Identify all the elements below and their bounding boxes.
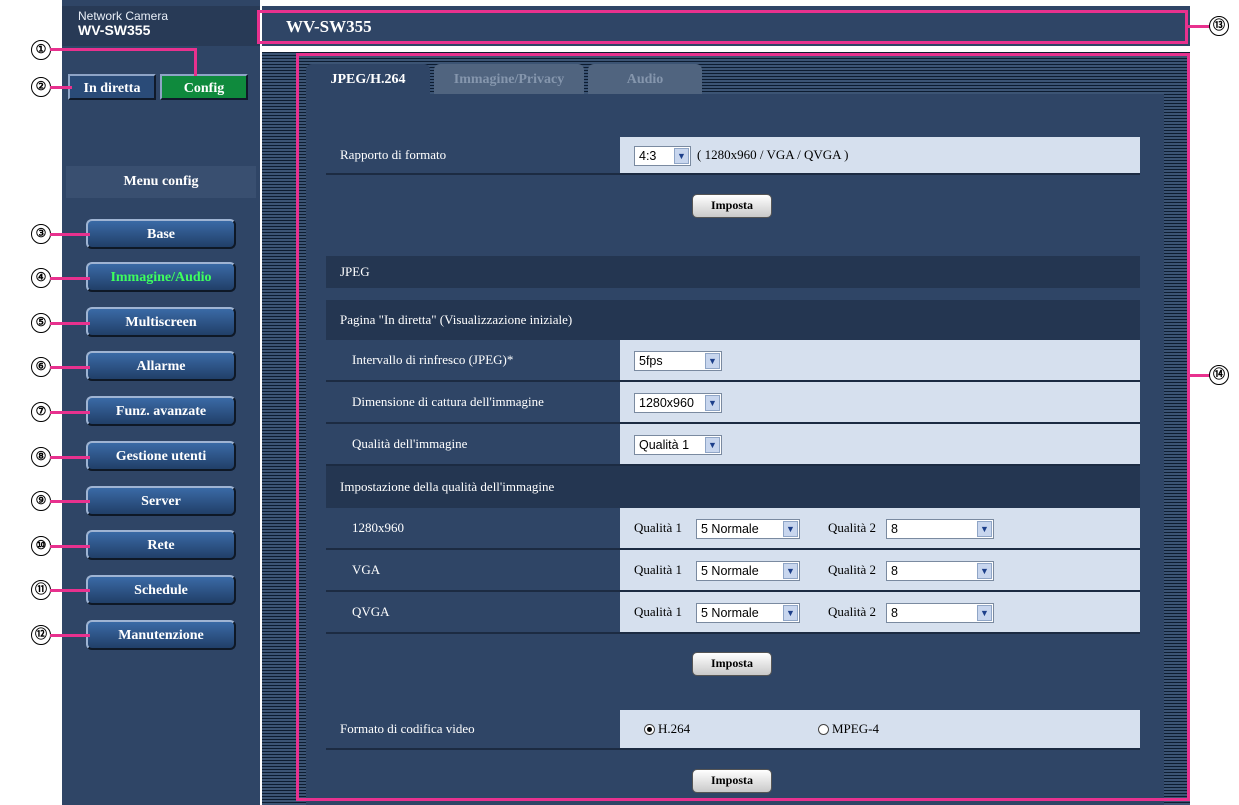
brand-block: Network Camera WV-SW355 [62,6,260,46]
callout-7: ⑦ [31,402,51,422]
callout-3: ③ [31,224,51,244]
callout-2: ② [31,77,51,97]
menu-item-advanced[interactable]: Funz. avanzate [86,396,236,426]
callout-5: ⑤ [31,313,51,333]
menu-item-network[interactable]: Rete [86,530,236,560]
callout-leader [50,322,90,325]
callout-leader [1188,374,1210,377]
callout-leader [50,366,90,369]
callout-leader [194,48,197,76]
callout-11: ⑪ [31,580,51,600]
callout-leader [50,277,90,280]
menu-item-schedule[interactable]: Schedule [86,575,236,605]
callout-12: ⑫ [31,625,51,645]
brand-product: Network Camera [78,9,169,23]
callout-4: ④ [31,268,51,288]
callout-leader [50,411,90,414]
callout-1: ① [31,40,51,60]
callout-leader [50,86,72,89]
menu-item-image-audio[interactable]: Immagine/Audio [86,262,236,292]
menu-title: Menu config [66,166,256,198]
callout-leader [50,456,90,459]
callout-9: ⑨ [31,491,51,511]
menu-item-maintenance[interactable]: Manutenzione [86,620,236,650]
callout-leader [50,545,90,548]
content-highlight-frame [296,53,1190,801]
callout-14: ⑭ [1209,365,1229,385]
callout-8: ⑧ [31,447,51,467]
menu-item-user-management[interactable]: Gestione utenti [86,441,236,471]
callout-10: ⑩ [31,536,51,556]
menu-item-base[interactable]: Base [86,219,236,249]
callout-leader [50,634,90,637]
callout-13: ⑬ [1209,16,1229,36]
callout-6: ⑥ [31,357,51,377]
callout-leader [50,48,195,51]
menu-item-multiscreen[interactable]: Multiscreen [86,307,236,337]
page-title: WV-SW355 [286,17,372,36]
callout-leader [50,589,90,592]
title-highlight-frame [257,10,1188,44]
brand-model: WV-SW355 [78,22,151,38]
callout-leader [50,233,90,236]
callout-leader [1188,25,1210,28]
menu-item-server[interactable]: Server [86,486,236,516]
config-button[interactable]: Config [160,74,248,100]
live-button[interactable]: In diretta [68,74,156,100]
menu-item-alarm[interactable]: Allarme [86,351,236,381]
callout-leader [50,500,90,503]
